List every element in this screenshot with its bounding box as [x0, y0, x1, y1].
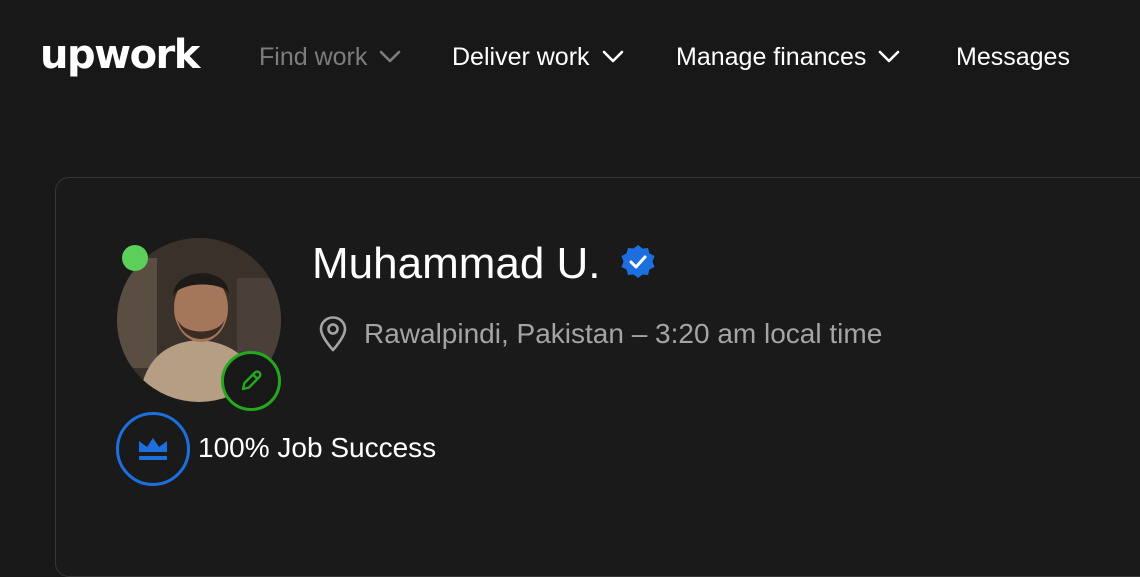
online-status-indicator — [122, 245, 148, 271]
crown-icon — [139, 438, 167, 460]
profile-location: Rawalpindi, Pakistan – 3:20 am local tim… — [364, 318, 883, 349]
job-success-badge — [116, 412, 190, 486]
nav-messages[interactable]: Messages — [956, 40, 1070, 74]
top-navigation: upwork Find work Deliver work Manage fin… — [0, 0, 1140, 116]
verified-badge-icon — [621, 245, 655, 278]
nav-deliver-work[interactable]: Deliver work — [452, 40, 624, 74]
map-pin-icon — [319, 316, 347, 352]
profile-name: Muhammad U. — [312, 239, 601, 288]
nav-find-work[interactable]: Find work — [259, 40, 401, 74]
nav-deliver-work-label: Deliver work — [452, 42, 590, 71]
pencil-icon — [241, 370, 262, 391]
chevron-down-icon — [879, 50, 900, 63]
edit-photo-button[interactable] — [221, 351, 281, 411]
nav-messages-label: Messages — [956, 42, 1070, 71]
nav-manage-finances-label: Manage finances — [676, 42, 867, 71]
upwork-logo[interactable]: upwork — [40, 30, 200, 80]
nav-find-work-label: Find work — [259, 42, 368, 71]
nav-manage-finances[interactable]: Manage finances — [676, 40, 900, 74]
chevron-down-icon — [602, 50, 623, 63]
chevron-down-icon — [380, 50, 401, 63]
job-success-text: 100% Job Success — [198, 432, 437, 463]
